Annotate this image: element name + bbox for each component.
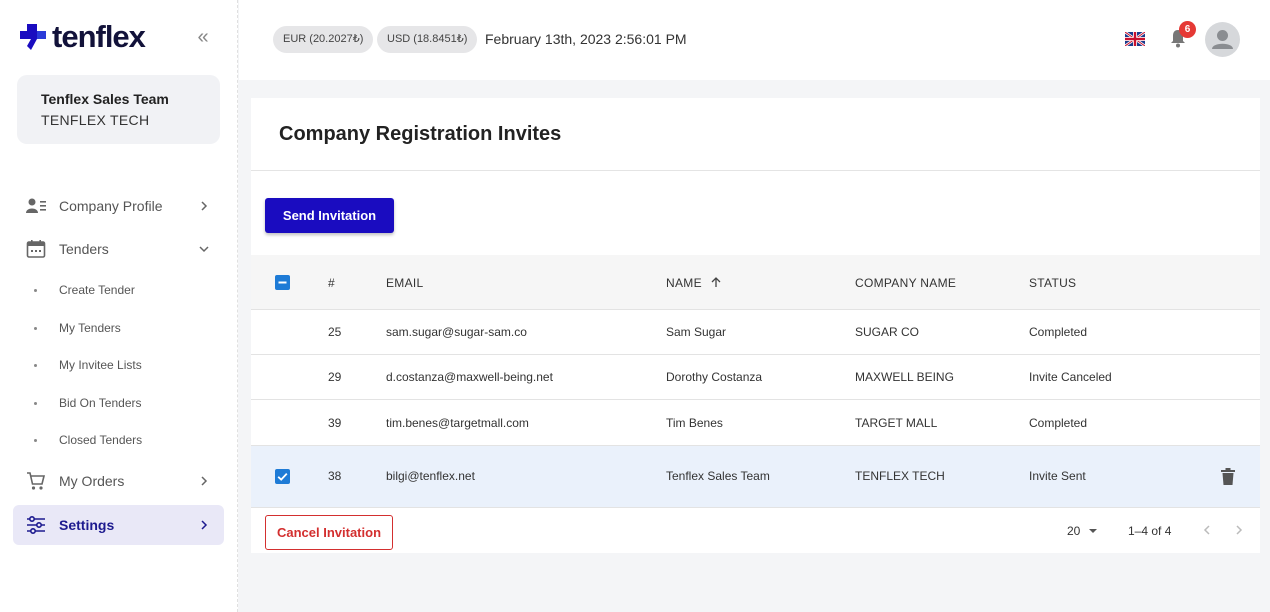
- team-company: TENFLEX TECH: [41, 112, 150, 128]
- team-card[interactable]: Tenflex Sales Team TENFLEX TECH: [17, 75, 220, 144]
- pagination-range: 1–4 of 4: [1128, 524, 1172, 538]
- user-icon: [1212, 30, 1233, 49]
- cell-name: Sam Sugar: [666, 325, 727, 339]
- sidebar-subitem-label: My Tenders: [59, 321, 121, 335]
- header-email[interactable]: EMAIL: [386, 276, 424, 290]
- bullet-icon: [34, 438, 37, 442]
- sidebar-subitem-my-invitee-lists[interactable]: My Invitee Lists: [34, 355, 142, 375]
- indeterminate-icon: [278, 281, 287, 284]
- next-page-icon[interactable]: [1231, 522, 1247, 538]
- header-name-label: NAME: [666, 276, 702, 290]
- sidebar-subitem-label: My Invitee Lists: [59, 358, 142, 372]
- header-company-name[interactable]: COMPANY NAME: [855, 276, 956, 290]
- avatar[interactable]: [1205, 22, 1240, 57]
- table-row-selected[interactable]: 38 bilgi@tenflex.net Tenflex Sales Team …: [251, 446, 1260, 508]
- sidebar: tenflex « Tenflex Sales Team TENFLEX TEC…: [0, 0, 238, 612]
- eur-rate-chip: EUR (20.2027₺): [273, 26, 374, 53]
- logo-text: tenflex: [52, 19, 146, 54]
- cell-status: Invite Canceled: [1029, 370, 1112, 384]
- logo-mark-icon: [20, 24, 46, 50]
- cell-name: Tim Benes: [666, 416, 723, 430]
- checkmark-icon: [277, 472, 288, 481]
- tenflex-logo[interactable]: tenflex: [18, 19, 146, 54]
- cancel-invitation-button[interactable]: Cancel Invitation: [265, 515, 393, 550]
- cell-email: bilgi@tenflex.net: [386, 469, 475, 483]
- cell-name: Dorothy Costanza: [666, 370, 763, 384]
- chevron-down-icon: [199, 246, 209, 253]
- rows-per-page-select[interactable]: 20: [1067, 524, 1098, 538]
- table-row[interactable]: 25 sam.sugar@sugar-sam.co Sam Sugar SUGA…: [251, 310, 1260, 355]
- chevron-right-icon: [201, 520, 208, 530]
- cell-email: sam.sugar@sugar-sam.co: [386, 325, 527, 339]
- cell-company: TENFLEX TECH: [855, 469, 945, 483]
- cell-status: Completed: [1029, 325, 1088, 339]
- sidebar-item-label: Company Profile: [59, 198, 163, 214]
- calendar-icon: [25, 238, 47, 260]
- sidebar-subitem-create-tender[interactable]: Create Tender: [34, 280, 135, 300]
- cell-number: 25: [328, 325, 342, 339]
- row-checkbox[interactable]: [275, 469, 290, 484]
- sidebar-subitem-closed-tenders[interactable]: Closed Tenders: [34, 430, 142, 450]
- sidebar-subitem-label: Bid On Tenders: [59, 396, 142, 410]
- trash-icon[interactable]: [1221, 468, 1235, 485]
- usd-rate-chip: USD (18.8451₺): [377, 26, 478, 53]
- cell-status: Completed: [1029, 416, 1088, 430]
- cell-company: TARGET MALL: [855, 416, 938, 430]
- sidebar-item-settings[interactable]: Settings: [13, 505, 224, 545]
- cell-number: 29: [328, 370, 342, 384]
- bullet-icon: [34, 288, 37, 292]
- table-row[interactable]: 39 tim.benes@targetmall.com Tim Benes TA…: [251, 400, 1260, 446]
- notification-badge: 6: [1179, 21, 1196, 38]
- chevron-right-icon: [201, 476, 208, 486]
- header-number[interactable]: #: [328, 276, 335, 290]
- cell-company: SUGAR CO: [855, 325, 920, 339]
- bullet-icon: [34, 401, 37, 405]
- sidebar-subitem-bid-on-tenders[interactable]: Bid On Tenders: [34, 393, 142, 413]
- sliders-icon: [25, 514, 47, 536]
- sidebar-item-tenders[interactable]: Tenders: [13, 229, 224, 269]
- sidebar-subitem-my-tenders[interactable]: My Tenders: [34, 318, 121, 338]
- divider: [251, 170, 1260, 171]
- table-row[interactable]: 29 d.costanza@maxwell-being.net Dorothy …: [251, 355, 1260, 400]
- uk-flag-icon[interactable]: [1125, 32, 1145, 46]
- cell-email: tim.benes@targetmall.com: [386, 416, 529, 430]
- sidebar-subitem-label: Closed Tenders: [59, 433, 143, 447]
- sort-ascending-icon: [711, 277, 720, 287]
- header-name[interactable]: NAME: [666, 276, 722, 290]
- topbar: EUR (20.2027₺) USD (18.8451₺) February 1…: [239, 0, 1270, 80]
- cell-name: Tenflex Sales Team: [666, 469, 770, 483]
- invites-card: Company Registration Invites Send Invita…: [251, 98, 1260, 553]
- cell-email: d.costanza@maxwell-being.net: [386, 370, 553, 384]
- team-name: Tenflex Sales Team: [41, 91, 169, 107]
- chevron-right-icon: [201, 201, 208, 211]
- cell-number: 39: [328, 416, 342, 430]
- collapse-sidebar-icon[interactable]: «: [191, 26, 215, 50]
- bullet-icon: [34, 326, 37, 330]
- table-header: # EMAIL NAME COMPANY NAME STATUS: [251, 255, 1260, 310]
- caret-down-icon: [1088, 529, 1097, 533]
- page-title: Company Registration Invites: [279, 123, 562, 145]
- send-invitation-button[interactable]: Send Invitation: [265, 198, 394, 233]
- sidebar-item-my-orders[interactable]: My Orders: [13, 461, 224, 501]
- user-card-icon: [25, 195, 47, 217]
- sidebar-item-label: My Orders: [59, 473, 125, 489]
- cell-status: Invite Sent: [1029, 469, 1086, 483]
- rows-per-page-value: 20: [1067, 524, 1081, 538]
- current-datetime: February 13th, 2023 2:56:01 PM: [485, 31, 687, 47]
- sidebar-subitem-label: Create Tender: [59, 283, 135, 297]
- cart-icon: [25, 470, 47, 492]
- bullet-icon: [34, 363, 37, 367]
- header-status[interactable]: STATUS: [1029, 276, 1076, 290]
- sidebar-item-company-profile[interactable]: Company Profile: [13, 186, 224, 226]
- select-all-checkbox[interactable]: [275, 275, 290, 290]
- sidebar-item-label: Tenders: [59, 241, 109, 257]
- cell-company: MAXWELL BEING: [855, 370, 954, 384]
- previous-page-icon[interactable]: [1199, 522, 1215, 538]
- cell-number: 38: [328, 469, 342, 483]
- sidebar-item-label: Settings: [59, 517, 115, 533]
